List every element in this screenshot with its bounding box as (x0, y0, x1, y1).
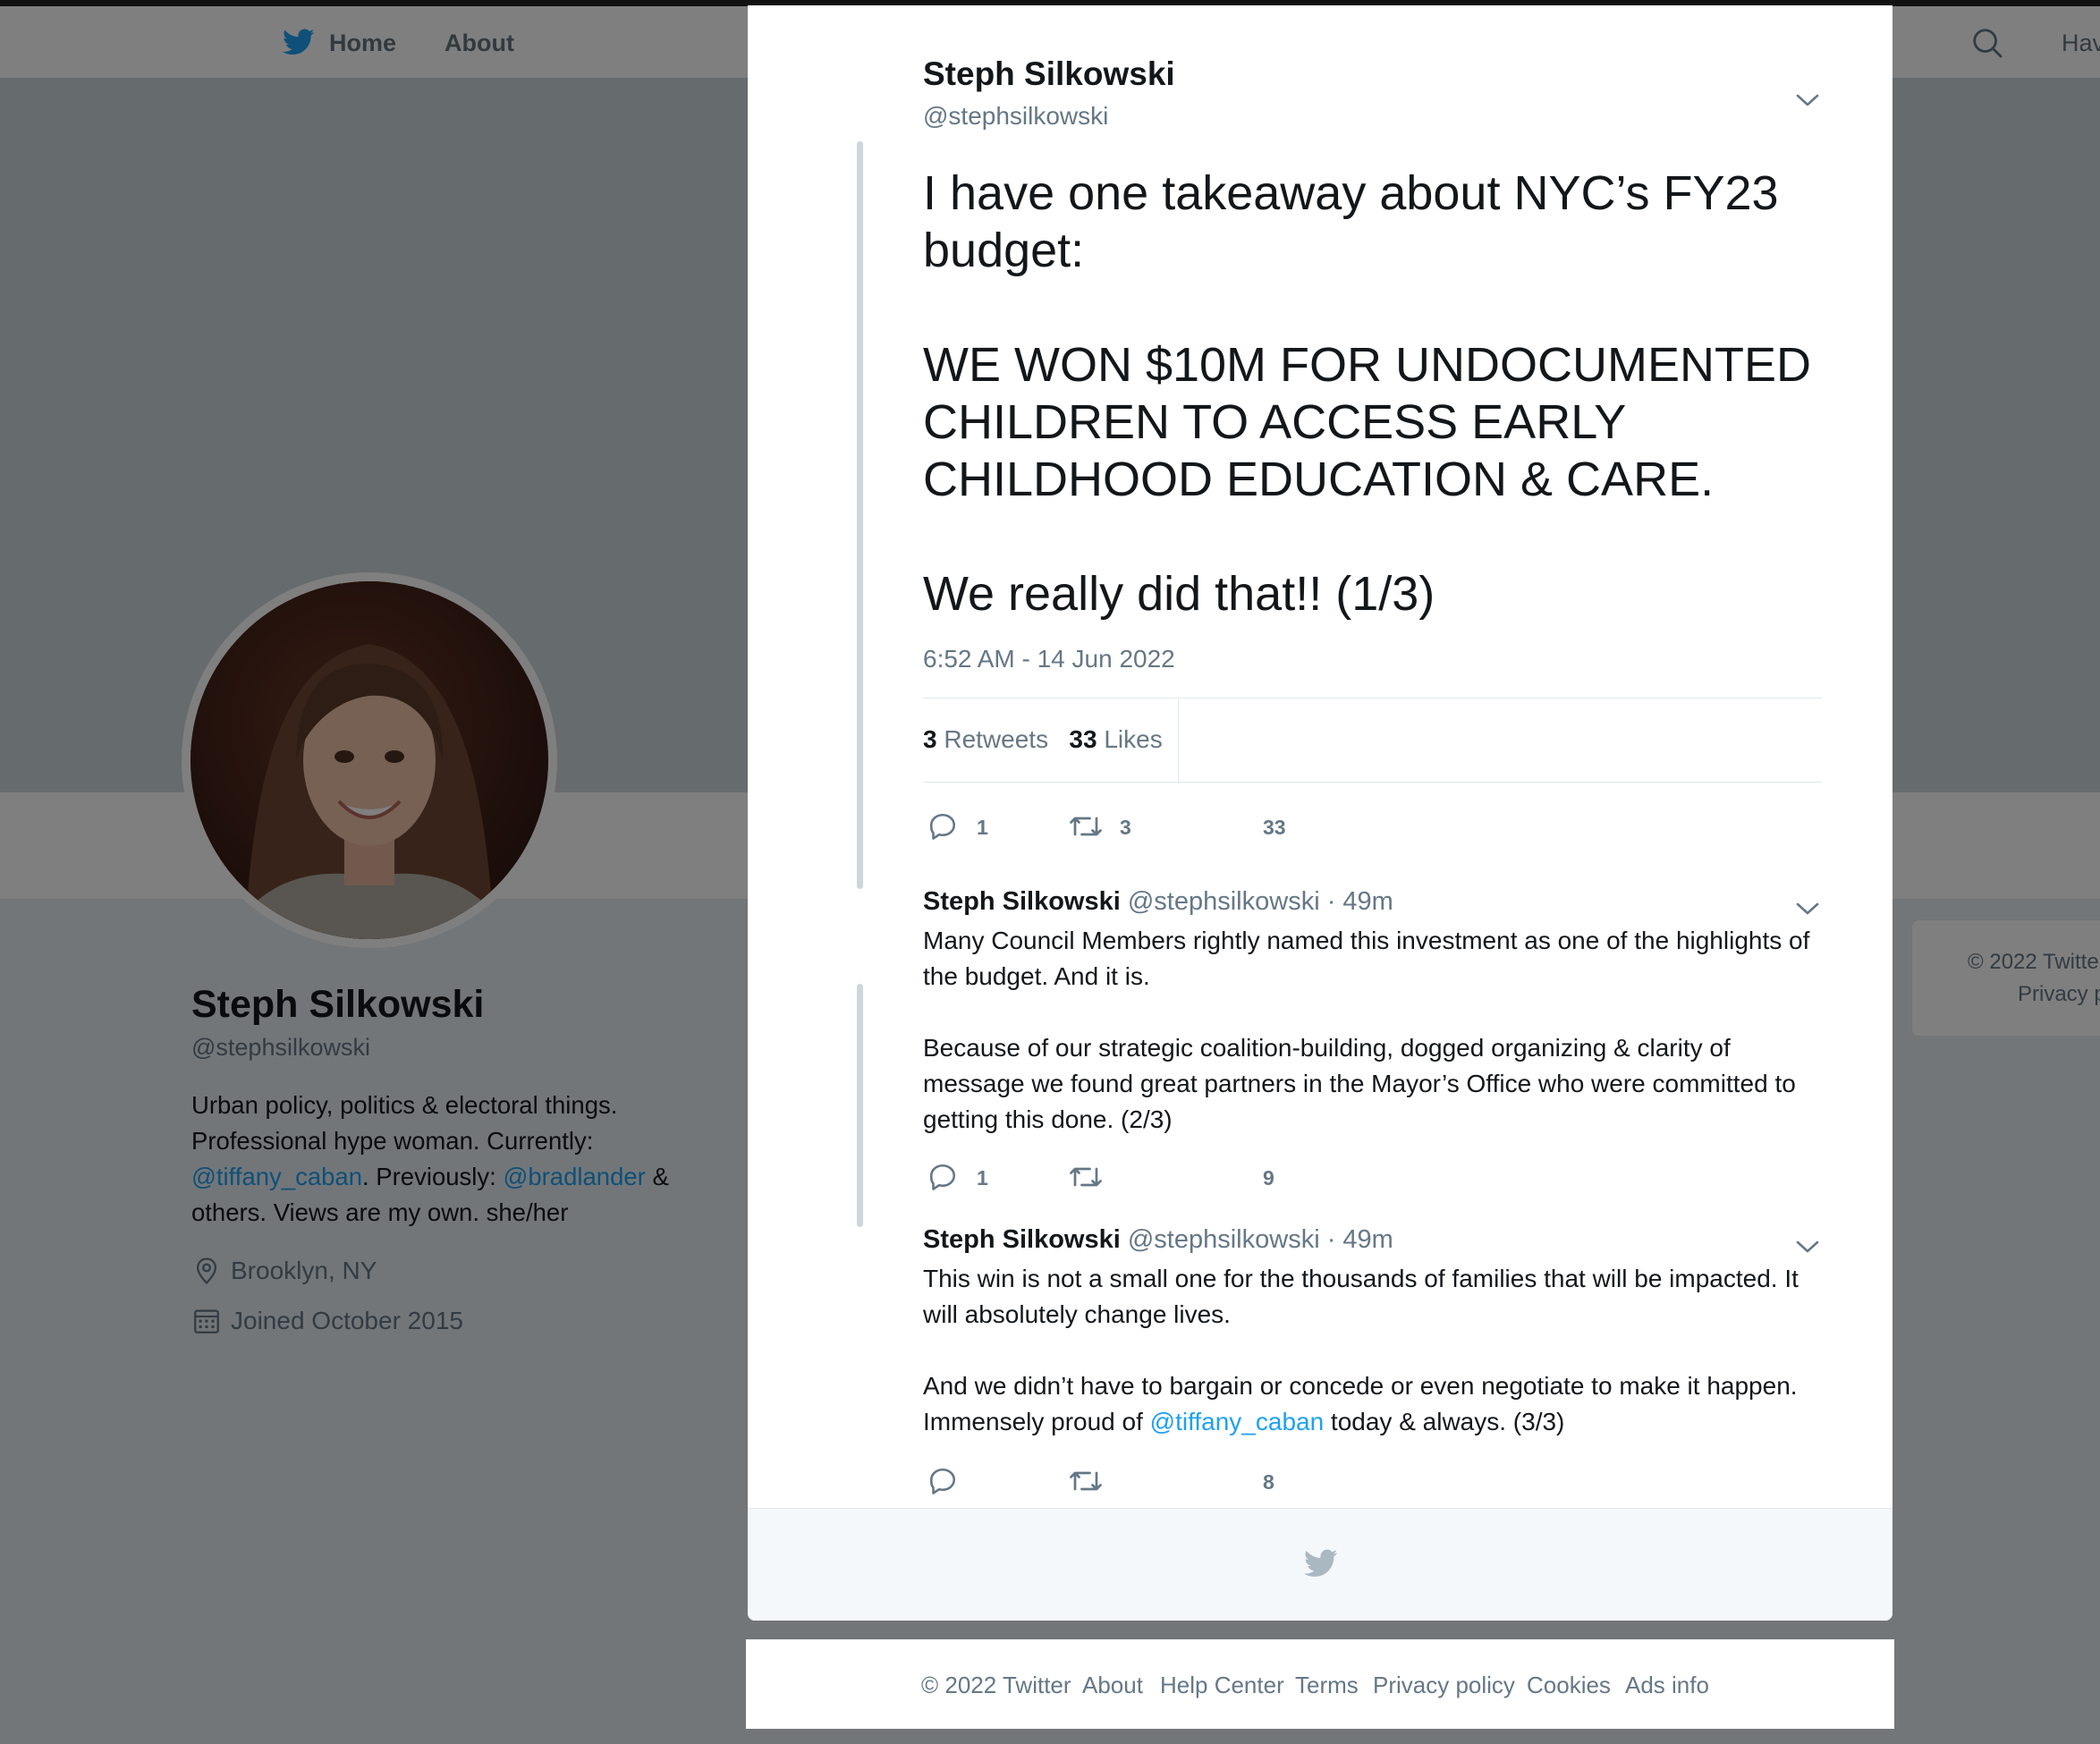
chevron-down-icon[interactable] (1794, 91, 1821, 109)
reply-mention-link[interactable]: @tiffany_caban (1150, 1408, 1324, 1435)
chevron-down-icon[interactable] (1794, 1238, 1821, 1256)
tweet-modal: Steph Silkowski @stephsilkowski I have o… (748, 5, 1893, 1621)
reply-header: Steph Silkowski @stephsilkowski · 49m (923, 1225, 1393, 1255)
main-tweet-text: I have one takeaway about NYC’s FY23 bud… (923, 166, 1812, 621)
likes-label[interactable]: Likes (1104, 725, 1162, 753)
main-tweet-timestamp[interactable]: 6:52 AM - 14 Jun 2022 (923, 645, 1175, 673)
retweet-count: 3 (1120, 816, 1131, 839)
modal-footer (748, 1508, 1893, 1621)
page-footer: © 2022 Twitter About Help Center Terms P… (746, 1639, 1894, 1729)
reply-icon[interactable] (927, 810, 959, 842)
like-count[interactable]: 8 (1263, 1470, 1274, 1494)
like-count[interactable]: 9 (1263, 1166, 1274, 1190)
main-tweet-author-name[interactable]: Steph Silkowski (923, 55, 1175, 93)
stats-separator (1178, 699, 1179, 783)
reply-count: 1 (977, 1166, 988, 1189)
footer-help-link[interactable]: Help Center (1160, 1672, 1284, 1699)
like-count[interactable]: 33 (1263, 816, 1286, 840)
twitter-bird-icon (1304, 1549, 1338, 1577)
retweet-icon[interactable] (1068, 810, 1104, 842)
footer-privacy-link[interactable]: Privacy policy (1373, 1672, 1515, 1699)
thread-line (857, 141, 863, 889)
retweet-total[interactable]: 3 (923, 725, 937, 753)
reply-header: Steph Silkowski @stephsilkowski · 49m (923, 887, 1393, 917)
reply-author-meta[interactable]: @stephsilkowski · 49m (1128, 1225, 1393, 1254)
reply-count: 1 (977, 816, 988, 839)
like-total[interactable]: 33 (1069, 725, 1097, 753)
retweets-label[interactable]: Retweets (944, 725, 1048, 753)
footer-terms-link[interactable]: Terms (1295, 1672, 1359, 1699)
footer-copyright: © 2022 Twitter (921, 1672, 1071, 1698)
footer-about-link[interactable]: About (1082, 1672, 1143, 1699)
reply-author-name[interactable]: Steph Silkowski (923, 887, 1121, 916)
reply-author-meta[interactable]: @stephsilkowski · 49m (1128, 887, 1393, 916)
chevron-down-icon[interactable] (1794, 900, 1821, 918)
retweet-icon[interactable] (1068, 1465, 1104, 1497)
reply-text: Many Council Members rightly named this … (923, 927, 1810, 1133)
main-tweet-author-handle[interactable]: @stephsilkowski (923, 102, 1108, 131)
reply-text-part: today & always. (3/3) (1324, 1408, 1565, 1435)
footer-ads-link[interactable]: Ads info (1625, 1672, 1709, 1699)
reply-author-name[interactable]: Steph Silkowski (923, 1225, 1121, 1254)
reply-text: This win is not a small one for the thou… (923, 1261, 1826, 1440)
reply-icon[interactable] (927, 1161, 959, 1193)
retweet-icon[interactable] (1068, 1161, 1104, 1193)
divider (923, 782, 1822, 783)
footer-cookies-link[interactable]: Cookies (1527, 1672, 1611, 1699)
reply-icon[interactable] (927, 1465, 959, 1497)
tweet-stats: 3 Retweets 33 Likes (923, 725, 1163, 754)
thread-line (857, 984, 863, 1227)
